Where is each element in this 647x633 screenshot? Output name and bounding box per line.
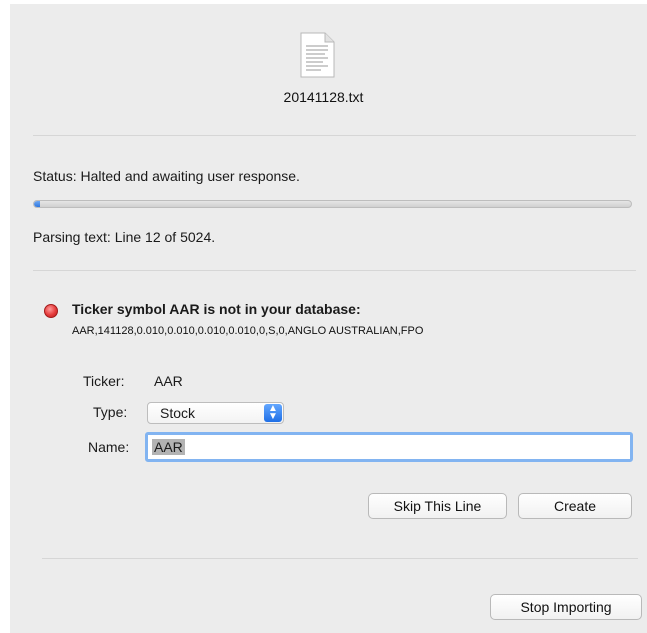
- alert-title: Ticker symbol AAR is not in your databas…: [72, 301, 361, 317]
- ticker-value: AAR: [154, 373, 183, 389]
- ticker-label: Ticker:: [83, 373, 125, 389]
- file-name: 20141128.txt: [283, 89, 364, 105]
- create-button[interactable]: Create: [518, 493, 632, 519]
- status-text: Status: Halted and awaiting user respons…: [33, 168, 300, 184]
- name-field[interactable]: AAR: [145, 432, 633, 462]
- progress-bar: [33, 200, 632, 208]
- divider: [33, 270, 636, 271]
- type-select[interactable]: Stock ▲ ▼: [147, 402, 284, 424]
- name-field-value: AAR: [152, 439, 185, 455]
- progress-fill: [34, 201, 40, 207]
- name-label: Name:: [88, 439, 130, 455]
- red-alert-icon: [44, 304, 58, 318]
- text-file-icon: [300, 32, 335, 78]
- stop-importing-button[interactable]: Stop Importing: [490, 594, 642, 620]
- chevron-updown-icon: ▲ ▼: [264, 404, 282, 422]
- alert-data-line: AAR,141128,0.010,0.010,0.010,0.010,0,S,0…: [72, 325, 424, 337]
- divider: [33, 135, 636, 136]
- skip-line-button[interactable]: Skip This Line: [368, 493, 507, 519]
- type-select-value: Stock: [160, 405, 196, 421]
- divider: [42, 558, 638, 559]
- parsing-text: Parsing text: Line 12 of 5024.: [33, 229, 216, 245]
- type-label: Type:: [93, 404, 128, 420]
